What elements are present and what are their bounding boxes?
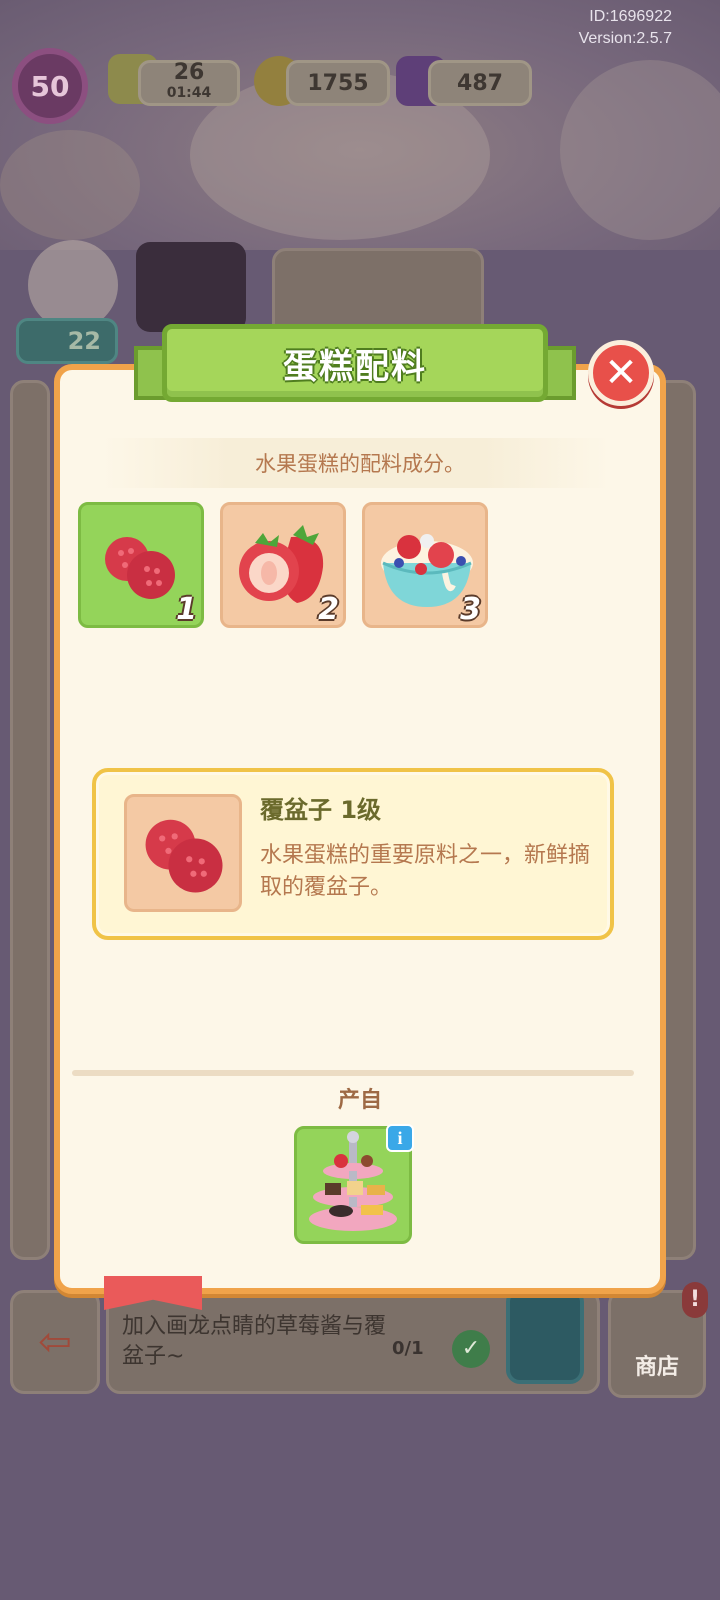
ingredient-tile-1[interactable]: 1 [78, 502, 204, 628]
exit-icon: ⇦ [38, 1319, 72, 1365]
ingredient-level-3: 3 [460, 592, 481, 627]
quest-progress: 0/1 [392, 1338, 424, 1359]
background-shadow-item [136, 242, 246, 332]
section-divider [72, 1070, 634, 1076]
detail-icon-box [124, 794, 242, 912]
dialog-title: 蛋糕配料 [283, 346, 427, 387]
ingredient-level-1: 1 [176, 592, 197, 627]
ingredient-name: 覆盆子 1级 [260, 796, 382, 824]
background-left-panel [10, 380, 50, 1260]
close-button[interactable]: ✕ [588, 340, 654, 406]
raspberry-icon [145, 819, 223, 893]
build-version: Version:2.5.7 [578, 30, 672, 47]
gem-counter[interactable]: 487 [428, 60, 532, 106]
star-value: 22 [67, 327, 101, 355]
check-icon: ✓ [452, 1330, 490, 1368]
build-id: ID:1696922 [589, 8, 672, 25]
energy-counter[interactable]: 26 01:44 [138, 60, 240, 106]
energy-timer: 01:44 [166, 85, 212, 101]
shop-alert-badge: ! [682, 1282, 708, 1318]
coin-value: 1755 [307, 70, 369, 96]
source-label: 产自 [337, 1088, 382, 1113]
worker-duck-icon [28, 240, 118, 330]
ingredient-level-2: 2 [318, 592, 339, 627]
dialog-subtitle: 水果蛋糕的配料成分。 [255, 452, 465, 476]
info-icon[interactable]: i [386, 1124, 414, 1152]
dialog-title-ribbon: 蛋糕配料 [162, 324, 548, 402]
player-level: 50 [30, 69, 70, 103]
background-decoration [0, 130, 140, 240]
ingredient-description: 水果蛋糕的重要原料之一，新鲜摘取的覆盆子。 [260, 843, 591, 900]
coin-counter[interactable]: 1755 [286, 60, 390, 106]
ingredient-tile-2[interactable]: 2 [220, 502, 346, 628]
gem-value: 487 [457, 70, 503, 96]
close-x-icon: ✕ [604, 350, 638, 396]
shop-label: 商店 [634, 1355, 679, 1380]
ingredient-tile-3[interactable]: 3 [362, 502, 488, 628]
lollipop-button[interactable] [506, 1288, 584, 1384]
shop-alert-text: ! [689, 1287, 701, 1312]
quest-text: 加入画龙点睛的草莓酱与覆盆子~ [122, 1314, 387, 1369]
exit-button[interactable]: ⇦ [10, 1290, 100, 1394]
star-counter[interactable]: 22 [16, 318, 118, 364]
build-info: ID:1696922 Version:2.5.7 [579, 6, 672, 50]
player-level-badge[interactable]: 50 [12, 48, 88, 124]
energy-value: 26 [173, 60, 205, 85]
